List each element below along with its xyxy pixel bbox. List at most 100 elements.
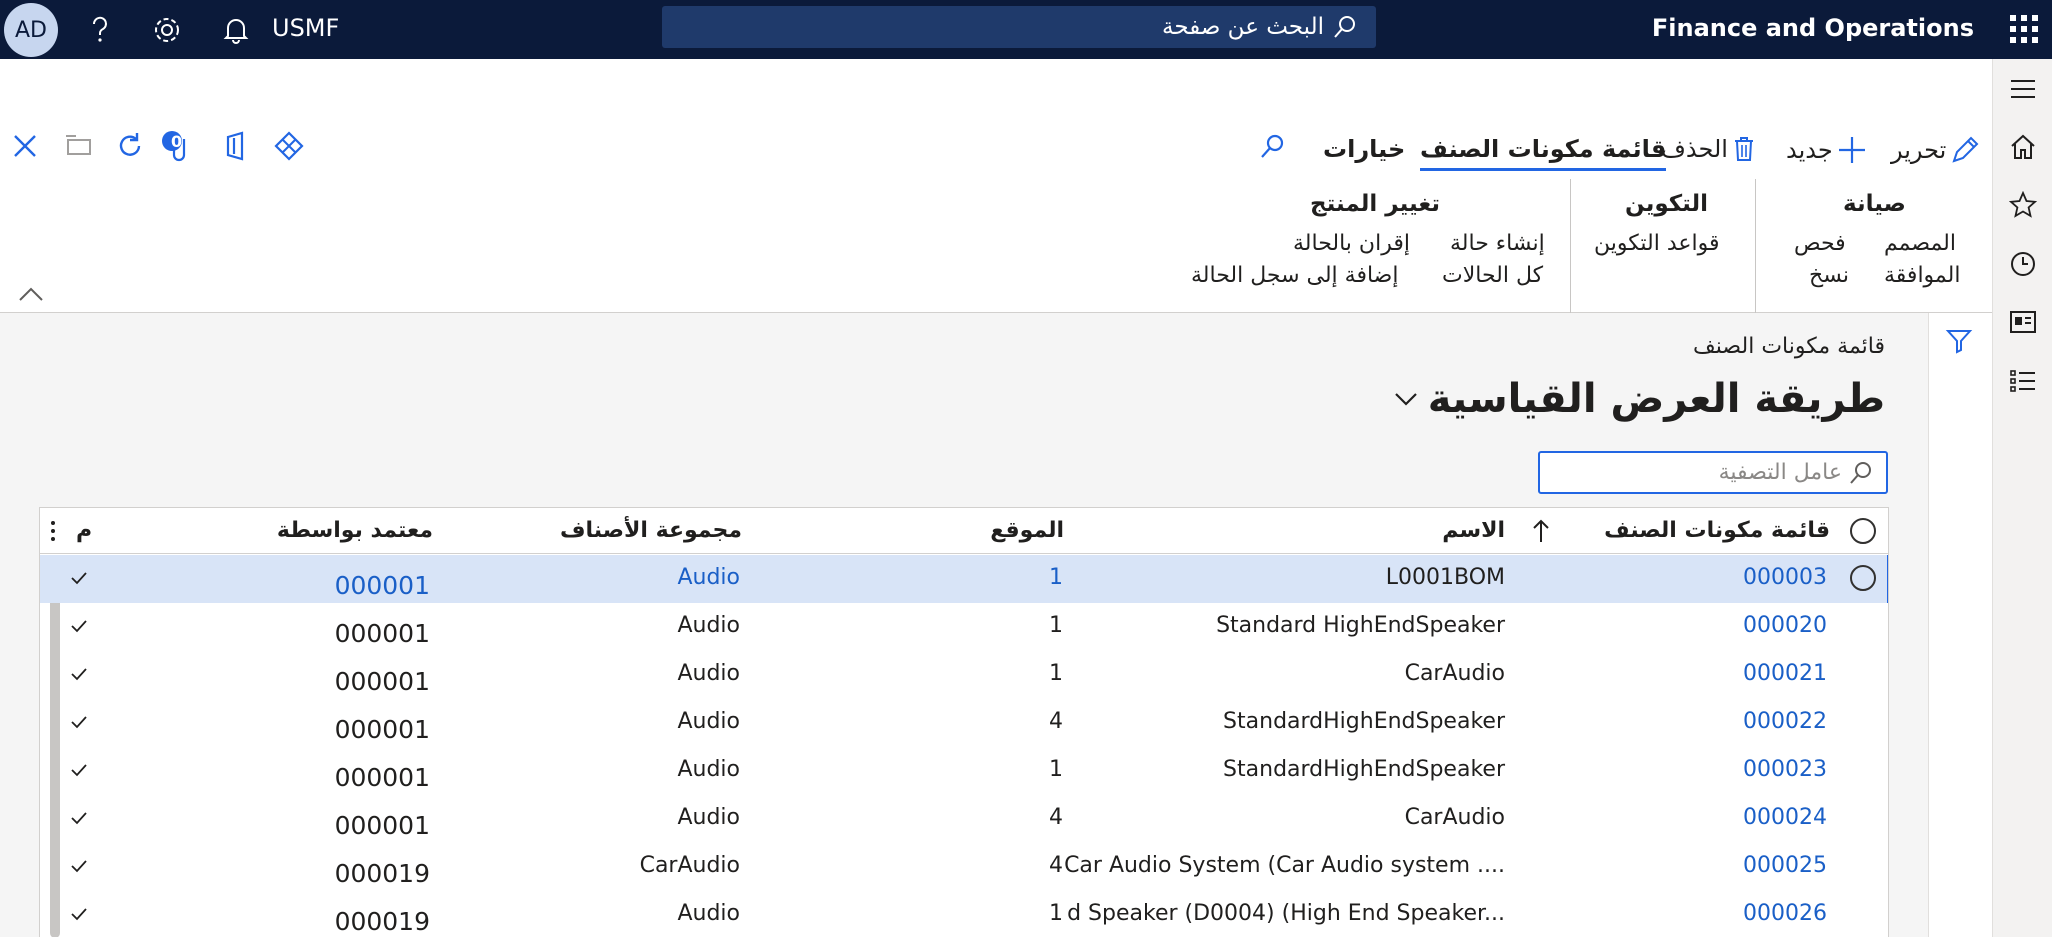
approve-button[interactable]: الموافقة xyxy=(1884,263,1960,288)
header-bom[interactable]: قائمة مكونات الصنف xyxy=(1604,518,1830,543)
cell-name: Car Audio System (Car Audio system .... xyxy=(1064,853,1505,878)
user-avatar[interactable]: AD xyxy=(4,3,58,57)
company-selector[interactable]: USMF xyxy=(272,14,339,42)
notifications-bell-icon[interactable] xyxy=(220,14,252,46)
cell-site: 4 xyxy=(1049,805,1063,830)
sort-ascending-arrow-icon[interactable] xyxy=(1532,518,1550,544)
designer-button[interactable]: المصمم xyxy=(1884,231,1956,256)
table-row[interactable]: 000021 CarAudio 1 Audio 000001 xyxy=(40,651,1888,699)
cell-item-group: Audio xyxy=(677,565,740,590)
tab-options[interactable]: خيارات xyxy=(1323,135,1405,163)
grid-filter-box[interactable] xyxy=(1538,451,1888,494)
cell-item-group: CarAudio xyxy=(639,853,740,878)
collapse-chevron-up-icon[interactable] xyxy=(16,279,46,309)
filter-input[interactable] xyxy=(1542,460,1842,485)
configuration-rules-button[interactable]: قواعد التكوين xyxy=(1594,231,1720,256)
bom-grid: قائمة مكونات الصنف الاسم الموقع مجموعة ا… xyxy=(39,507,1889,937)
associate-with-case-button[interactable]: إقران بالحالة xyxy=(1293,231,1410,256)
modules-list-icon[interactable] xyxy=(2007,365,2039,397)
page-search-box[interactable]: البحث عن صفحة xyxy=(662,6,1376,48)
view-selector[interactable]: طريقة العرض القياسية xyxy=(1394,376,1885,422)
copy-button[interactable]: نسخ xyxy=(1809,263,1849,288)
pencil-edit-icon xyxy=(1952,136,1979,163)
selected-row-indicator xyxy=(1887,555,1888,603)
delete-label: الحذف xyxy=(1661,135,1728,163)
column-options-more-icon[interactable] xyxy=(50,520,56,542)
group-maintain-title: صيانة xyxy=(1843,191,1906,217)
group-configuration-title: التكوين xyxy=(1625,191,1709,217)
home-icon[interactable] xyxy=(2007,131,2039,163)
table-row[interactable]: 000026 d Speaker (D0004) (High End Speake… xyxy=(40,891,1888,937)
cell-approved-by: 000001 xyxy=(334,811,430,840)
help-icon[interactable] xyxy=(84,14,116,46)
power-apps-diamond-icon[interactable] xyxy=(272,129,306,163)
cell-bom[interactable]: 000023 xyxy=(1743,757,1827,782)
cell-bom[interactable]: 000003 xyxy=(1743,565,1827,590)
table-row[interactable]: 000020 Standard HighEndSpeaker 1 Audio 00000… xyxy=(40,603,1888,651)
cell-bom[interactable]: 000022 xyxy=(1743,709,1827,734)
find-in-actions-search-icon[interactable] xyxy=(1255,129,1289,163)
cell-bom[interactable]: 000024 xyxy=(1743,805,1827,830)
chevron-down-icon xyxy=(1394,393,1417,406)
edit-button[interactable]: تحرير xyxy=(1891,135,1980,165)
approved-check-icon xyxy=(71,668,87,681)
cell-site: 1 xyxy=(1049,661,1063,686)
approved-check-icon xyxy=(71,620,87,633)
cell-approved-by: 000001 xyxy=(334,667,430,696)
approved-check-icon xyxy=(71,908,87,921)
select-all-radio[interactable] xyxy=(1850,518,1876,544)
check-button[interactable]: فحص xyxy=(1794,231,1846,256)
cell-site: 4 xyxy=(1049,709,1063,734)
table-row[interactable]: 000003 L0001BOM 1 Audio 000001 xyxy=(40,555,1888,603)
cell-approved-by: 000019 xyxy=(334,907,430,936)
navigation-pane xyxy=(1992,59,2052,937)
all-cases-button[interactable]: كل الحالات xyxy=(1442,263,1543,288)
filter-pane-strip xyxy=(1928,313,1992,937)
approved-check-icon xyxy=(71,860,87,873)
approved-check-icon xyxy=(71,572,87,585)
favorites-star-icon[interactable] xyxy=(2007,189,2039,221)
cell-item-group: Audio xyxy=(677,661,740,686)
open-in-new-window-icon[interactable] xyxy=(62,129,96,163)
page-title: طريقة العرض القياسية xyxy=(1427,376,1885,422)
table-row[interactable]: 000023 StandardHighEndSpeaker 1 Audio 000001 xyxy=(40,747,1888,795)
action-pane: 0 خيارات قائمة مكونات الصنف الحذف جديد ت… xyxy=(0,59,1992,329)
cell-approved-by: 000001 xyxy=(334,715,430,744)
filter-funnel-icon[interactable] xyxy=(1945,327,1973,355)
header-approved[interactable]: م xyxy=(76,518,92,543)
add-to-case-log-button[interactable]: إضافة إلى سجل الحالة xyxy=(1191,263,1398,288)
table-row[interactable]: 000025 Car Audio System (Car Audio system… xyxy=(40,843,1888,891)
workspaces-icon[interactable] xyxy=(2007,306,2039,338)
header-approved-by[interactable]: معتمد بواسطة xyxy=(277,518,433,543)
hamburger-menu-icon[interactable] xyxy=(2007,73,2039,105)
table-row[interactable]: 000022 StandardHighEndSpeaker 4 Audio 000001 xyxy=(40,699,1888,747)
settings-gear-icon[interactable] xyxy=(151,14,183,46)
header-name[interactable]: الاسم xyxy=(1442,518,1505,543)
cell-bom[interactable]: 000025 xyxy=(1743,853,1827,878)
close-icon[interactable] xyxy=(8,129,42,163)
attachments-icon[interactable]: 0 xyxy=(160,129,198,163)
delete-button[interactable]: الحذف xyxy=(1661,135,1756,163)
breadcrumb: قائمة مكونات الصنف xyxy=(1693,334,1885,359)
new-button[interactable]: جديد xyxy=(1786,135,1867,165)
cell-bom[interactable]: 000021 xyxy=(1743,661,1827,686)
refresh-icon[interactable] xyxy=(113,129,147,163)
office-integration-icon[interactable] xyxy=(219,129,253,163)
app-title: Finance and Operations xyxy=(1651,14,1974,42)
cell-bom[interactable]: 000020 xyxy=(1743,613,1827,638)
cell-bom[interactable]: 000026 xyxy=(1743,901,1827,926)
tab-bom[interactable]: قائمة مكونات الصنف xyxy=(1420,135,1667,171)
header-site[interactable]: الموقع xyxy=(990,518,1064,543)
app-launcher-waffle-icon[interactable] xyxy=(2008,13,2040,45)
row-select-radio[interactable] xyxy=(1850,565,1876,591)
header-item-group[interactable]: مجموعة الأصناف xyxy=(560,518,742,543)
recent-clock-icon[interactable] xyxy=(2007,248,2039,280)
cell-name: L0001BOM xyxy=(1385,565,1505,590)
table-row[interactable]: 000024 CarAudio 4 Audio 000001 xyxy=(40,795,1888,843)
cell-item-group: Audio xyxy=(677,805,740,830)
cell-site: 4 xyxy=(1049,853,1063,878)
create-case-button[interactable]: إنشاء حالة xyxy=(1450,231,1545,256)
cell-item-group: Audio xyxy=(677,757,740,782)
cell-site: 1 xyxy=(1049,901,1063,926)
plus-icon xyxy=(1838,137,1865,163)
